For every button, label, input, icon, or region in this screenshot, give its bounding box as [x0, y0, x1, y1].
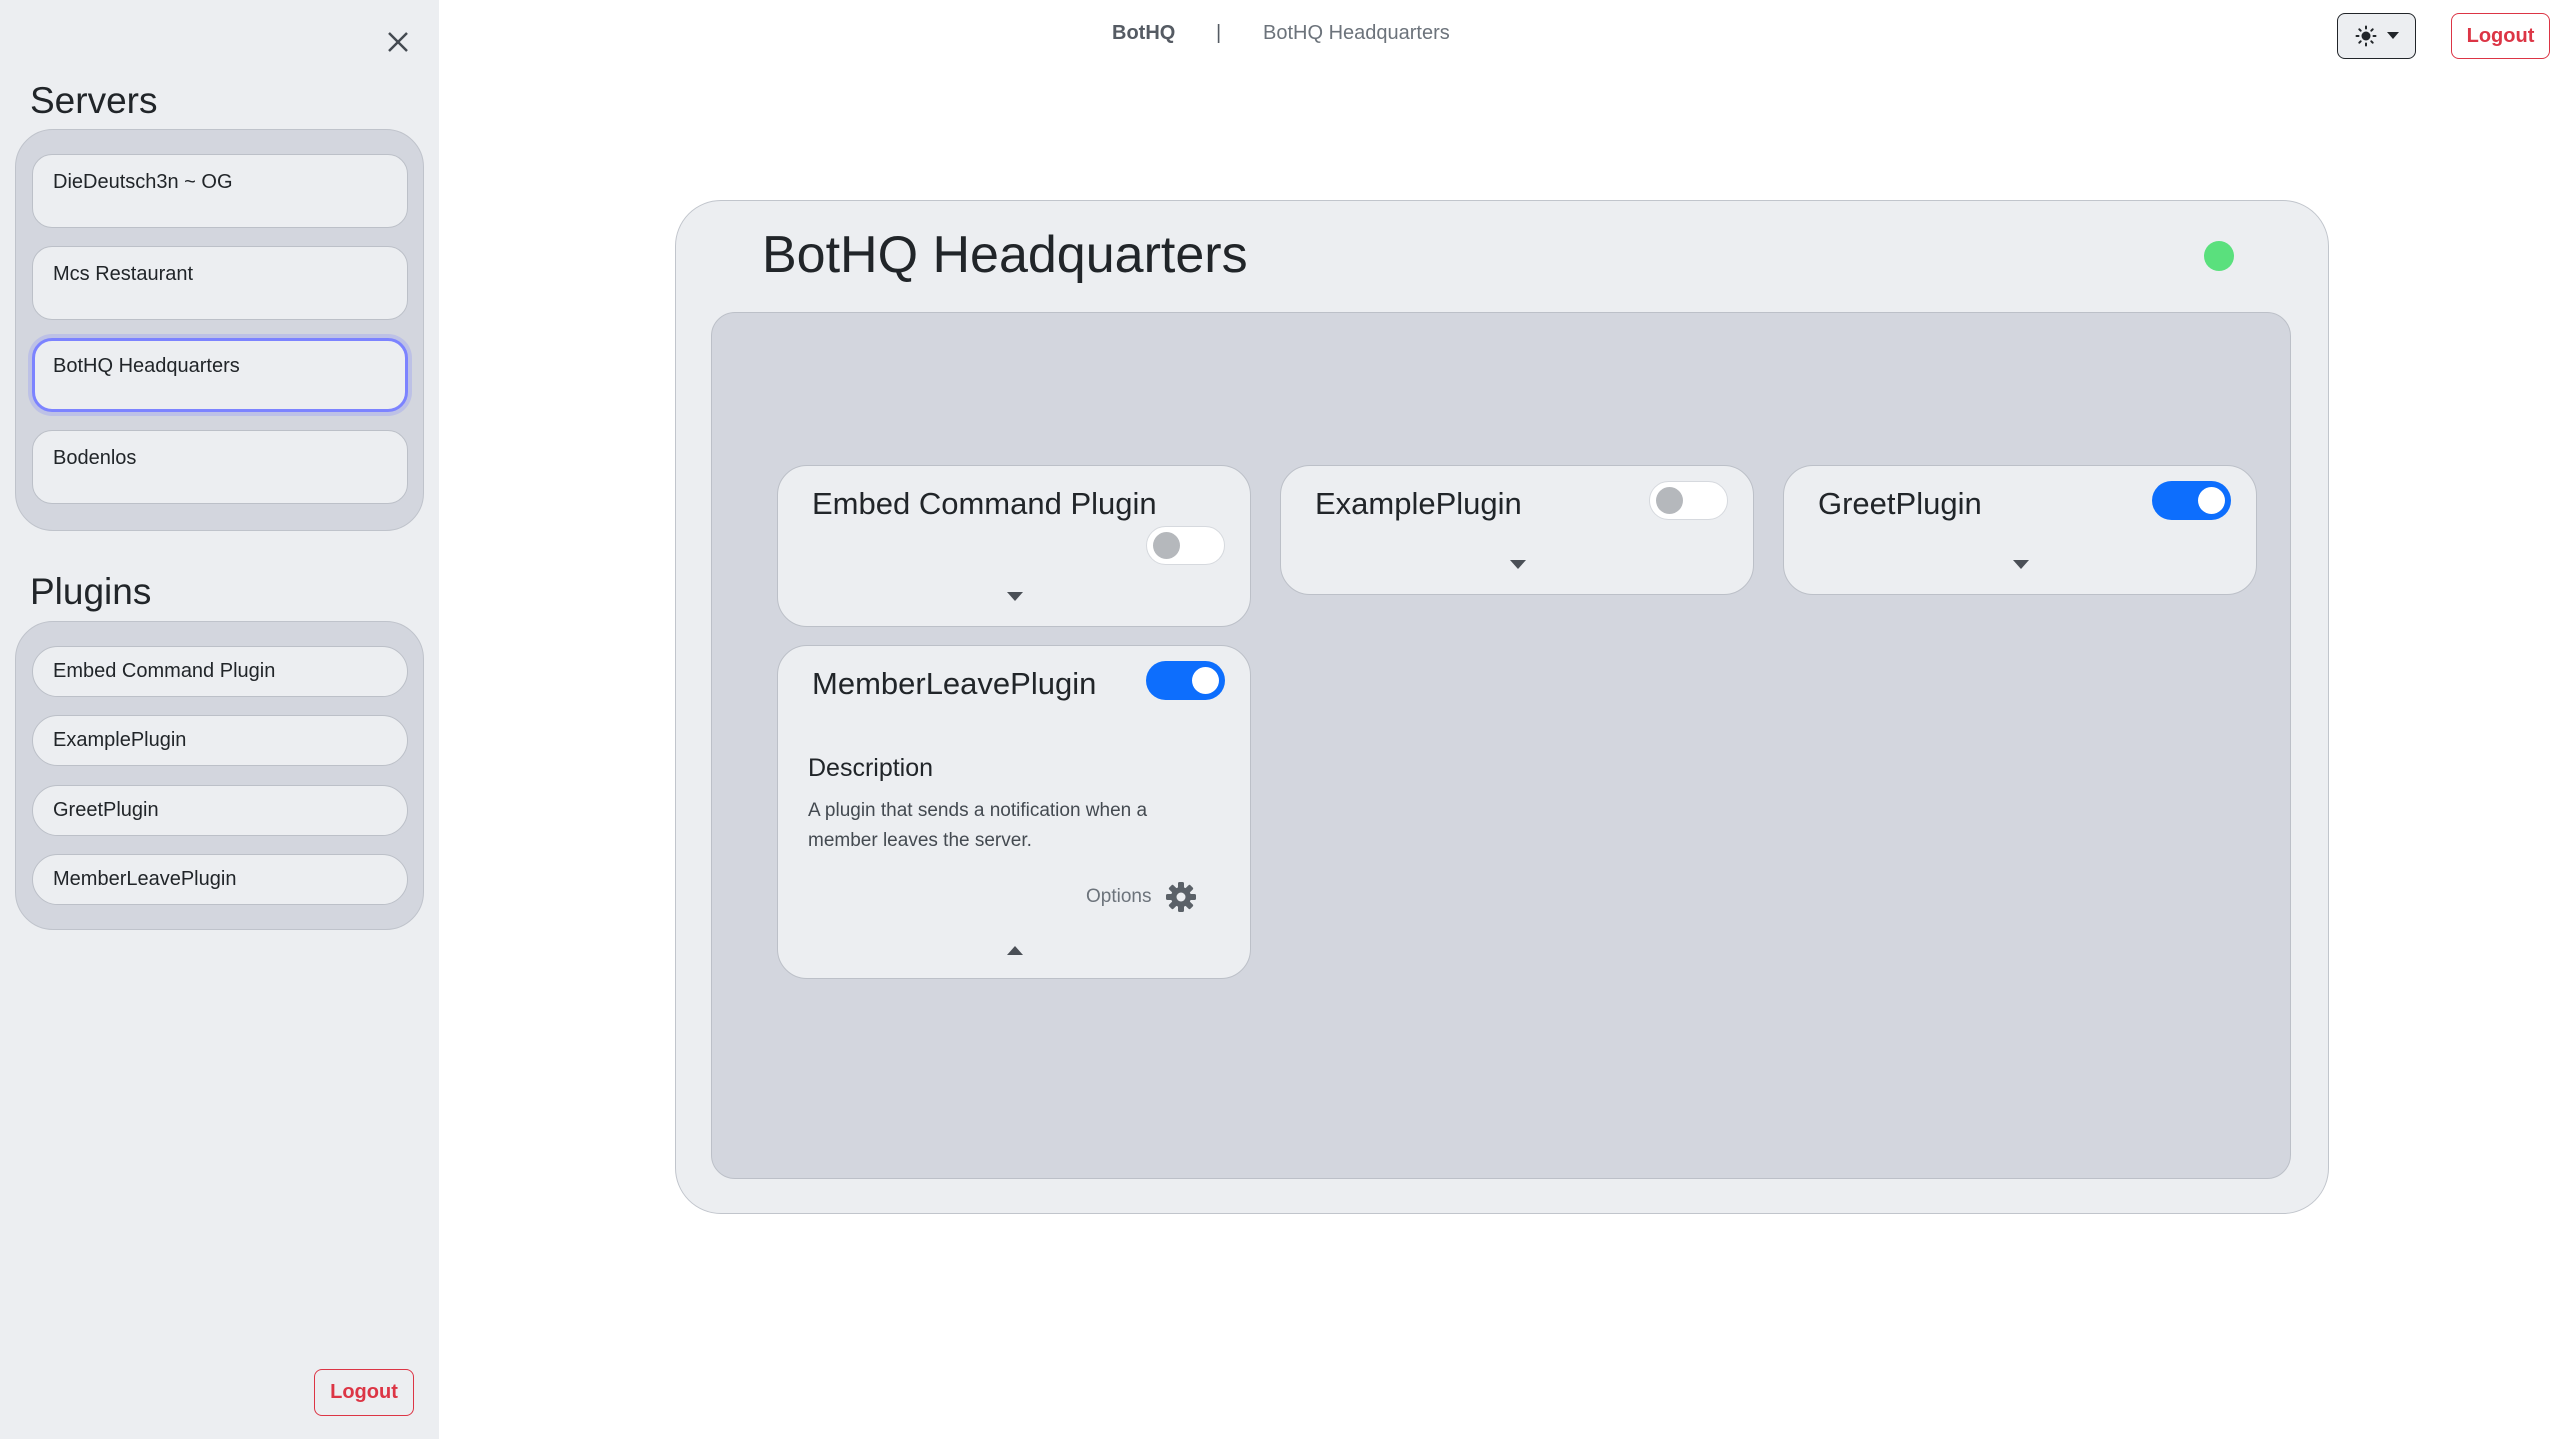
chevron-down-icon [2386, 32, 2399, 39]
plugin-grid: Embed Command Plugin ExamplePlugin Greet… [711, 312, 2291, 1179]
plugin-item-greet[interactable]: GreetPlugin [32, 785, 408, 836]
options-button[interactable]: Options [1086, 881, 1197, 913]
toggle-knob [2198, 487, 2225, 514]
options-label: Options [1086, 886, 1152, 907]
status-indicator [2204, 241, 2234, 271]
close-icon[interactable] [380, 24, 416, 60]
description-title: Description [808, 754, 934, 782]
server-item-bodenlos[interactable]: Bodenlos [32, 430, 408, 504]
servers-title: Servers [30, 80, 158, 121]
gear-icon [1166, 882, 1197, 912]
toggle-knob [1656, 487, 1683, 514]
plugin-card-embed-command: Embed Command Plugin [777, 465, 1251, 627]
plugin-toggle-embed-command[interactable] [1146, 526, 1225, 565]
plugin-card-title: Embed Command Plugin [812, 486, 1157, 521]
sidebar: Servers DieDeutsch3n ~ OG Mcs Restaurant… [0, 0, 439, 1439]
breadcrumb-current-server[interactable]: BotHQ Headquarters [1263, 22, 1450, 45]
server-panel: BotHQ Headquarters Embed Command Plugin … [675, 200, 2329, 1214]
plugin-card-title: MemberLeavePlugin [812, 666, 1097, 701]
sun-icon [2355, 25, 2376, 47]
server-list: DieDeutsch3n ~ OG Mcs Restaurant BotHQ H… [15, 129, 424, 531]
page-title: BotHQ Headquarters [762, 226, 1248, 284]
plugin-card-greet: GreetPlugin [1783, 465, 2257, 595]
description-text: A plugin that sends a notification when … [808, 800, 1148, 851]
plugin-toggle-example[interactable] [1649, 481, 1728, 520]
plugin-card-member-leave: MemberLeavePlugin Description A plugin t… [777, 645, 1251, 979]
brand-link[interactable]: BotHQ [1112, 22, 1175, 45]
plugin-toggle-member-leave[interactable] [1146, 661, 1225, 700]
expand-chevron-icon[interactable] [1007, 592, 1023, 601]
sidebar-logout-button[interactable]: Logout [314, 1369, 414, 1416]
theme-toggle-button[interactable] [2337, 13, 2416, 59]
collapse-chevron-icon[interactable] [1007, 946, 1023, 955]
plugin-card-title: ExamplePlugin [1315, 486, 1522, 521]
breadcrumb-separator: | [1216, 22, 1222, 44]
server-item-bothq-headquarters[interactable]: BotHQ Headquarters [32, 338, 408, 412]
plugins-title: Plugins [30, 571, 152, 612]
plugin-item-example[interactable]: ExamplePlugin [32, 715, 408, 766]
plugin-item-member-leave[interactable]: MemberLeavePlugin [32, 854, 408, 905]
plugin-item-embed-command[interactable]: Embed Command Plugin [32, 646, 408, 697]
plugin-card-example: ExamplePlugin [1280, 465, 1754, 595]
toggle-knob [1192, 667, 1219, 694]
server-item-diedeutsch3n[interactable]: DieDeutsch3n ~ OG [32, 154, 408, 228]
toggle-knob [1153, 532, 1180, 559]
plugin-card-title: GreetPlugin [1818, 486, 1982, 521]
expand-chevron-icon[interactable] [1510, 560, 1526, 569]
plugin-toggle-greet[interactable] [2152, 481, 2231, 520]
server-item-mcs-restaurant[interactable]: Mcs Restaurant [32, 246, 408, 320]
plugin-list: Embed Command Plugin ExamplePlugin Greet… [15, 621, 424, 930]
expand-chevron-icon[interactable] [2013, 560, 2029, 569]
header-logout-button[interactable]: Logout [2451, 13, 2550, 59]
